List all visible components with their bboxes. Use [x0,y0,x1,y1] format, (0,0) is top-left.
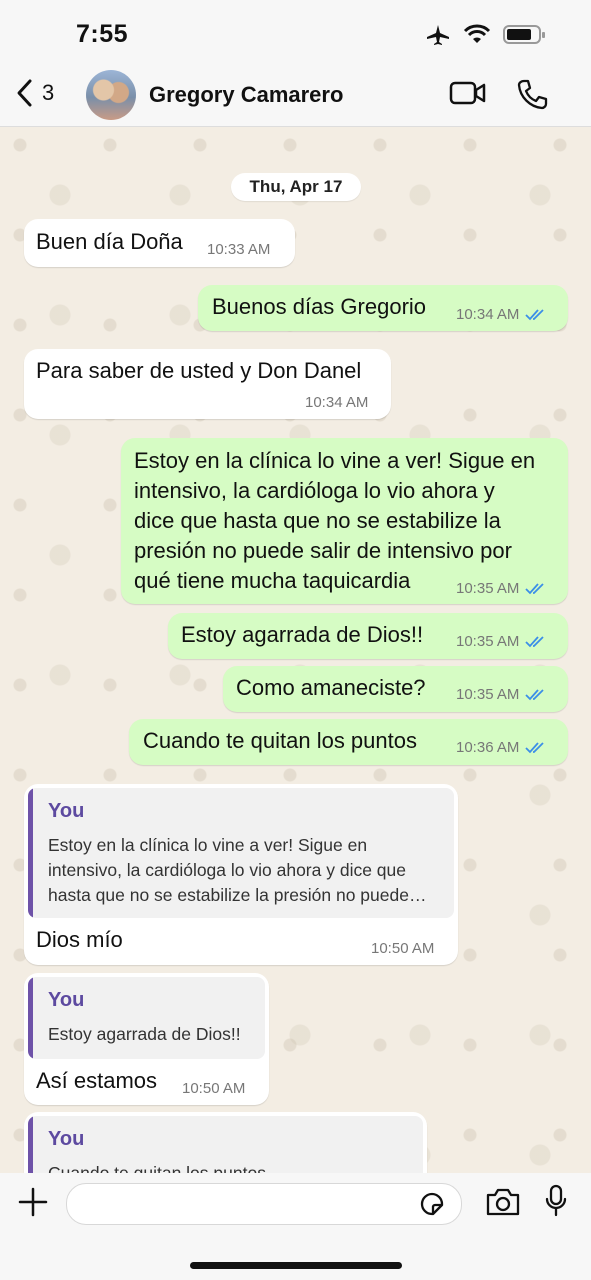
read-receipt-icon [525,635,545,647]
airplane-mode-icon [427,25,449,45]
message-bubble-outgoing[interactable]: Estoy agarrada de Dios!! 10:35 AM [168,613,568,659]
camera-icon[interactable] [485,1187,521,1217]
quote-accent-bar [28,977,33,1059]
read-receipt-icon [525,308,545,320]
message-bubble-incoming-reply[interactable]: You Estoy agarrada de Dios!! Así estamos… [24,973,269,1105]
message-time: 10:33 AM [207,241,271,258]
message-line: dice que hasta que no se estabilize la [134,508,501,533]
message-text: Dios mío [36,927,123,952]
wifi-icon [463,24,491,43]
message-bubble-incoming-reply[interactable]: You Cuando te quitan los puntos [24,1112,427,1182]
status-bar: 7:55 [0,0,591,64]
voice-call-button[interactable] [516,78,548,110]
message-bubble-incoming-reply[interactable]: You Estoy en la clínica lo vine a ver! S… [24,784,458,965]
quote-author: You [48,800,85,822]
read-receipt-icon [525,741,545,753]
message-text: Como amaneciste? [236,675,426,700]
quote-accent-bar [28,788,33,918]
unread-count: 3 [42,80,55,105]
quote-line: Estoy en la clínica lo vine a ver! Sigue… [48,835,368,855]
chat-header: 3 Gregory Camarero [0,64,591,127]
chevron-left-icon [17,79,32,107]
message-line: presión no puede salir de intensivo por [134,538,512,563]
quoted-message[interactable]: You Estoy agarrada de Dios!! [28,977,265,1059]
message-bubble-outgoing[interactable]: Estoy en la clínica lo vine a ver! Sigue… [121,438,568,604]
message-bubble-incoming[interactable]: Para saber de usted y Don Danel 10:34 AM [24,349,391,419]
message-line: qué tiene mucha taquicardia [134,568,411,593]
home-indicator [190,1262,402,1269]
quote-line: intensivo, la cardióloga lo vio ahora y … [48,860,406,880]
sticker-icon[interactable] [418,1190,446,1218]
message-time: 10:35 AM [456,686,520,703]
message-text: Buenos días Gregorio [212,294,427,319]
status-time: 7:55 [76,20,129,48]
message-time: 10:36 AM [456,739,520,756]
message-text: Estoy agarrada de Dios!! [181,622,424,647]
quote-author: You [48,1128,85,1150]
plus-icon[interactable] [18,1187,48,1217]
quote-line: Estoy agarrada de Dios!! [48,1024,241,1044]
quote-author: You [48,989,85,1011]
message-bubble-outgoing[interactable]: Como amaneciste? 10:35 AM [223,666,568,712]
read-receipt-icon [525,582,545,594]
microphone-icon[interactable] [544,1184,568,1218]
read-receipt-icon [525,688,545,700]
quote-line: hasta que no se estabilize la presión no… [48,885,427,905]
date-separator: Thu, Apr 17 [231,173,361,201]
message-time: 10:34 AM [456,306,520,323]
message-time: 10:34 AM [305,394,369,411]
video-call-button[interactable] [449,78,487,108]
message-text: Cuando te quitan los puntos [143,728,417,753]
message-time: 10:35 AM [456,633,520,650]
message-time: 10:50 AM [371,940,435,957]
back-button[interactable]: 3 [14,78,54,108]
quoted-message[interactable]: You Estoy en la clínica lo vine a ver! S… [28,788,454,918]
message-bubble-outgoing[interactable]: Cuando te quitan los puntos 10:36 AM [129,719,568,765]
message-text: Así estamos [36,1068,158,1093]
message-bubble-outgoing[interactable]: Buenos días Gregorio 10:34 AM [198,285,568,331]
message-line: intensivo, la cardióloga lo vio ahora y [134,478,495,503]
message-line: Estoy en la clínica lo vine a ver! Sigue… [134,448,536,473]
message-time: 10:50 AM [182,1080,246,1097]
message-time: 10:35 AM [456,580,520,597]
message-input[interactable] [66,1183,462,1225]
message-text: Buen día Doña [36,229,183,254]
message-bubble-incoming[interactable]: Buen día Doña 10:33 AM [24,219,295,267]
message-text: Para saber de usted y Don Danel [36,358,362,383]
contact-name[interactable]: Gregory Camarero [149,82,343,108]
battery-icon [503,25,545,44]
contact-avatar[interactable] [86,70,136,120]
